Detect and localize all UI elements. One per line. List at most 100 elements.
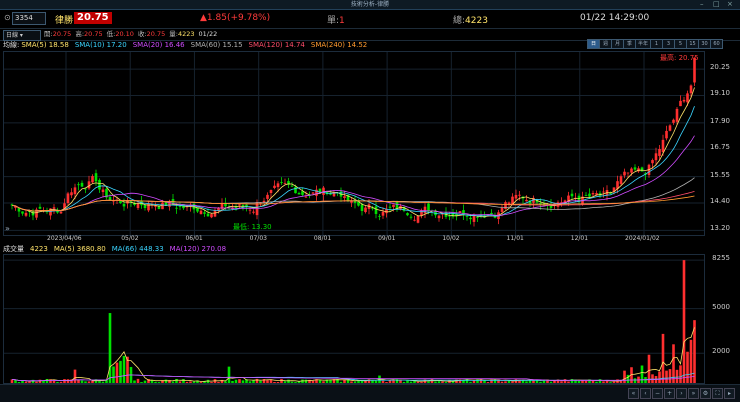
volume-bar bbox=[28, 381, 31, 383]
volume-bar bbox=[539, 381, 542, 383]
stock-search-icon[interactable]: ⊙ bbox=[4, 13, 11, 22]
ohlc-item: 01/22 bbox=[199, 30, 218, 38]
candle-body bbox=[178, 205, 182, 207]
volume-bar bbox=[581, 380, 584, 383]
candle-body bbox=[248, 209, 252, 211]
ma-line bbox=[11, 87, 695, 218]
volume-bar bbox=[367, 379, 371, 383]
volume-bar bbox=[682, 260, 686, 383]
candle-body bbox=[206, 213, 210, 217]
stock-code-input[interactable]: 3354 bbox=[12, 12, 46, 25]
first-page-icon[interactable]: « bbox=[628, 388, 639, 399]
ohlc-value: 01/22 bbox=[198, 30, 218, 38]
price-tick-label: 17.90 bbox=[709, 116, 730, 125]
ohlc-value: 20.75 bbox=[52, 30, 72, 38]
volume-chart-svg[interactable] bbox=[4, 255, 704, 383]
candle-body bbox=[584, 195, 588, 196]
volume-bar bbox=[199, 382, 203, 383]
volume-bar bbox=[584, 380, 588, 383]
ma-legend-label: 均線: bbox=[3, 41, 20, 49]
volume-bar bbox=[553, 380, 556, 383]
scroll-left-icon[interactable]: » bbox=[5, 224, 10, 233]
volume-bar bbox=[385, 382, 388, 383]
candle-body bbox=[196, 207, 199, 212]
candle-body bbox=[273, 185, 276, 188]
candle-body bbox=[654, 153, 658, 161]
volume-bar bbox=[10, 379, 14, 383]
volume-bar bbox=[483, 380, 486, 383]
volume-bar bbox=[52, 380, 56, 383]
volume-bar bbox=[577, 380, 581, 383]
low-annotation: 最低: 13.30 bbox=[233, 223, 272, 231]
price-tick-label: 19.10 bbox=[709, 89, 730, 98]
volume-bar bbox=[437, 381, 441, 383]
volume-legend-item: 4223 bbox=[30, 245, 48, 253]
fullscreen-icon[interactable]: ⛶ bbox=[712, 388, 723, 399]
candle-body bbox=[626, 172, 630, 174]
volume-bar bbox=[266, 380, 269, 383]
date-tick-label: 09/01 bbox=[378, 235, 396, 242]
candle-body bbox=[98, 179, 101, 190]
ohlc-value: 20.10 bbox=[115, 30, 134, 38]
period-select[interactable]: 日線 ▾ bbox=[3, 30, 41, 41]
candle-body bbox=[21, 211, 24, 214]
volume-bar bbox=[87, 381, 91, 383]
candle-body bbox=[276, 183, 280, 188]
candle-body bbox=[378, 215, 381, 217]
high-annotation: 最高: 20.75 bbox=[660, 54, 699, 62]
volume-bar bbox=[276, 382, 280, 383]
candle-body bbox=[374, 206, 378, 214]
volume-bar bbox=[283, 381, 287, 383]
zoom-out-icon[interactable]: − bbox=[652, 388, 663, 399]
volume-chart[interactable] bbox=[3, 254, 705, 384]
candle-body bbox=[203, 212, 206, 214]
settings-icon[interactable]: ⚙ bbox=[700, 388, 711, 399]
ohlc-value: 4223 bbox=[177, 30, 195, 38]
volume-bar bbox=[322, 381, 325, 383]
maximize-icon[interactable]: □ bbox=[713, 0, 720, 9]
candle-body bbox=[427, 203, 430, 212]
price-chart-svg[interactable] bbox=[4, 52, 704, 235]
candle-body bbox=[290, 185, 294, 187]
price-chart[interactable] bbox=[3, 51, 705, 236]
candle-body bbox=[392, 204, 395, 208]
candle-body bbox=[252, 211, 255, 213]
volume-bar bbox=[444, 382, 448, 383]
candle-body bbox=[101, 189, 105, 193]
period-tab[interactable]: 半年 bbox=[635, 39, 651, 49]
close-icon[interactable]: × bbox=[727, 0, 733, 9]
volume-bar bbox=[112, 366, 115, 383]
volume-bar bbox=[259, 380, 262, 383]
last-page-icon[interactable]: » bbox=[688, 388, 699, 399]
next-page-icon[interactable]: › bbox=[676, 388, 687, 399]
candle-body bbox=[283, 183, 287, 184]
candle-body bbox=[633, 167, 637, 170]
candle-body bbox=[420, 210, 423, 216]
candle-body bbox=[122, 203, 126, 207]
volume-bar bbox=[420, 381, 423, 383]
volume-bar bbox=[84, 381, 87, 383]
scroll-right-icon[interactable]: ▸ bbox=[724, 388, 735, 399]
volume-bar bbox=[73, 369, 77, 383]
volume-bar bbox=[504, 381, 507, 383]
candle-body bbox=[630, 168, 633, 173]
volume-bar bbox=[612, 381, 616, 383]
volume-axis: 8255 5000 2000 bbox=[704, 254, 737, 382]
period-tab[interactable]: 60 bbox=[710, 39, 723, 49]
prev-page-icon[interactable]: ‹ bbox=[640, 388, 651, 399]
volume-bar bbox=[136, 378, 140, 383]
candle-body bbox=[465, 215, 469, 217]
volume-bar bbox=[434, 381, 437, 383]
candle-body bbox=[241, 205, 245, 207]
volume-bar bbox=[122, 355, 126, 383]
volume-bar bbox=[623, 370, 626, 383]
period-tabs: 日週月季半年 1 3 5 15 30 60 bbox=[587, 30, 723, 49]
price-tick-label: 16.75 bbox=[709, 143, 730, 152]
volume-bar bbox=[311, 380, 315, 383]
zoom-in-icon[interactable]: + bbox=[664, 388, 675, 399]
candle-body bbox=[143, 204, 147, 209]
volume-bar bbox=[500, 381, 504, 383]
candle-body bbox=[73, 187, 77, 195]
candle-body bbox=[665, 130, 668, 139]
minimize-icon[interactable]: – bbox=[700, 0, 704, 9]
